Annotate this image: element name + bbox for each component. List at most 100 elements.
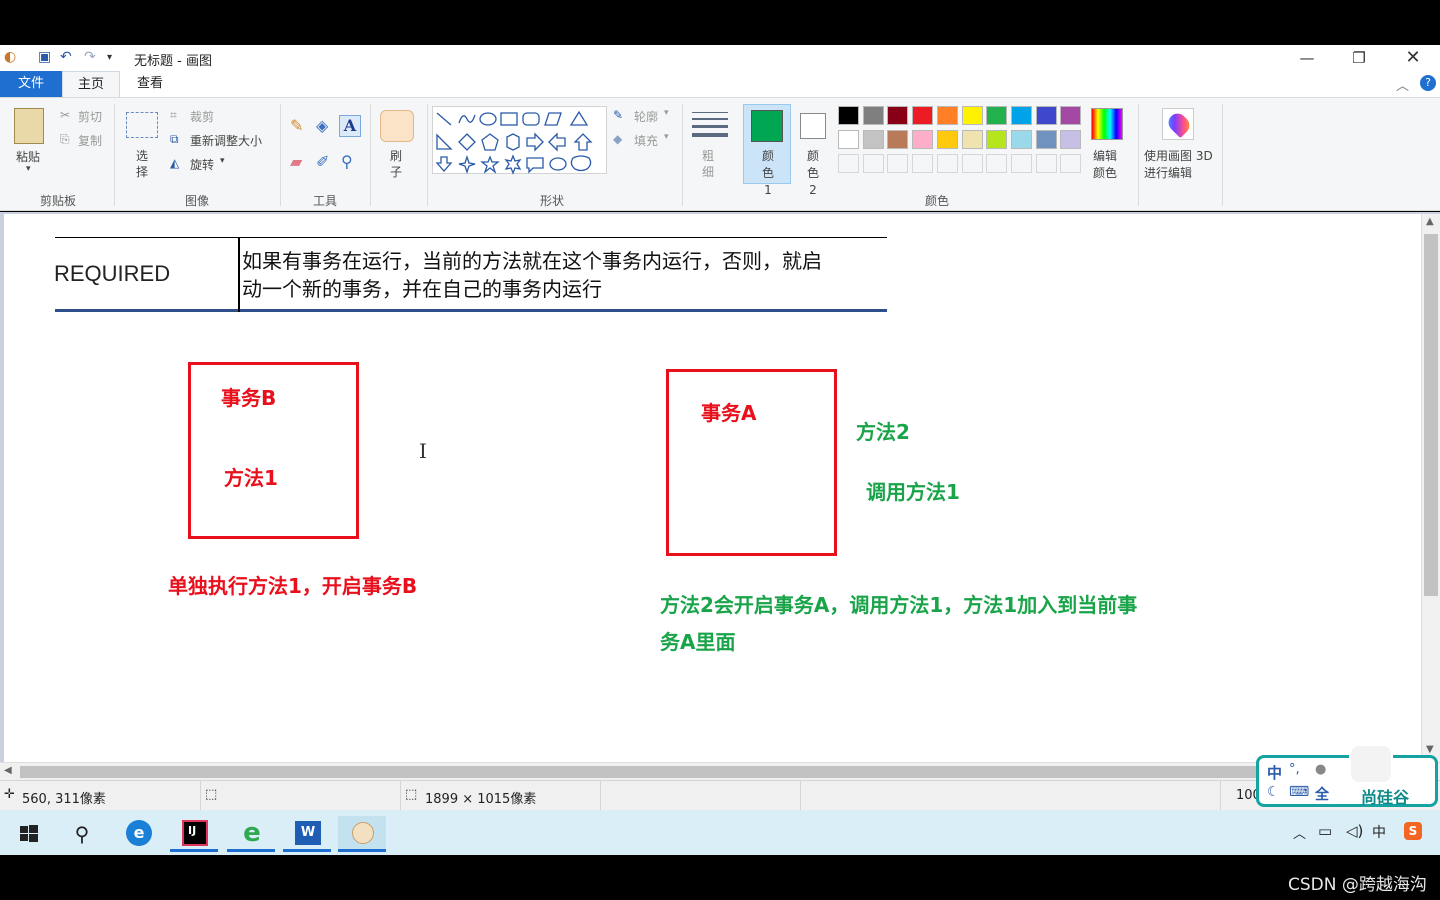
paste-button[interactable]: 粘贴 [16,148,40,165]
color-swatch[interactable] [862,106,884,125]
ribbon-tabs: 文件 主页 查看 ︿ ? [0,71,1440,97]
tray-expand-icon[interactable]: ︿ [1293,823,1306,842]
restore-button[interactable]: ❐ [1336,47,1382,69]
sogou-ime-icon[interactable]: S [1404,822,1422,840]
ime-keyboard-icon[interactable]: ⌨ [1289,784,1309,800]
copy-icon: ⎘ [60,132,70,146]
vertical-scroll-thumb[interactable] [1424,234,1438,596]
magnifier-icon[interactable]: ⚲ [341,152,353,171]
help-icon[interactable]: ? [1420,75,1436,91]
color-swatch[interactable] [1035,106,1057,125]
ime-chinese-mode[interactable]: 中 [1267,762,1282,783]
color-palette [838,106,1086,178]
color-swatch[interactable] [936,130,958,149]
custom-color-slot[interactable] [838,154,859,173]
rotate-button[interactable]: 旋转 [190,156,214,173]
ime-punctuation-icon[interactable]: °, [1289,762,1300,777]
minimize-button[interactable]: — [1284,47,1330,69]
copy-button[interactable]: 复制 [78,132,102,149]
horizontal-scrollbar[interactable]: ◀ [0,762,1440,780]
custom-color-slot[interactable] [1035,154,1057,173]
paint-taskbar-icon[interactable] [338,816,386,852]
eraser-icon[interactable]: ▰ [290,152,302,171]
color2-swatch[interactable] [800,113,826,139]
color-swatch[interactable] [912,130,934,149]
ime-moon-icon[interactable]: ☾ [1267,784,1280,800]
edit-colors-button[interactable]: 编辑颜色 [1093,148,1121,182]
group-label-shapes: 形状 [539,194,564,208]
color-swatch[interactable] [887,106,909,125]
redo-icon[interactable]: ↷ [84,49,96,65]
cut-button[interactable]: 剪切 [78,108,102,125]
color-swatch[interactable] [961,130,983,149]
fill-button[interactable]: 填充 [634,132,658,149]
ime-fullwidth-mode[interactable]: 全 [1315,784,1329,804]
rotate-dropdown-icon[interactable]: ▾ [220,156,225,166]
undo-icon[interactable]: ↶ [60,49,72,65]
scroll-down-icon[interactable]: ▼ [1426,744,1434,755]
save-icon[interactable]: ▣ [38,49,51,65]
tab-home[interactable]: 主页 [62,71,120,97]
ribbon-divider [682,104,683,206]
color-swatch[interactable] [1060,130,1082,149]
color-swatch[interactable] [1060,106,1082,125]
custom-color-slot[interactable] [862,154,884,173]
scroll-left-icon[interactable]: ◀ [4,765,12,776]
custom-color-slot[interactable] [961,154,983,173]
ie-icon[interactable]: e [227,816,275,852]
ribbon-divider [1138,104,1139,206]
color-swatch[interactable] [912,106,934,125]
pencil-icon[interactable]: ✎ [290,116,303,135]
vertical-scrollbar[interactable]: ▲ ▼ [1421,214,1440,762]
left-caption: 单独执行方法1，开启事务B [168,574,418,598]
select-button[interactable]: 选择 [134,148,150,180]
horizontal-scroll-thumb[interactable] [20,766,1260,778]
color-swatch[interactable] [838,130,859,149]
paste-dropdown-icon[interactable]: ▾ [26,164,31,174]
fill-dropdown-icon[interactable]: ▾ [664,132,669,142]
volume-icon[interactable]: ◁) [1346,822,1363,840]
outline-button[interactable]: 轮廓 [634,108,658,125]
scroll-up-icon[interactable]: ▲ [1426,216,1434,227]
color-swatch[interactable] [1010,106,1032,125]
color-swatch[interactable] [986,106,1008,125]
custom-color-slot[interactable] [1010,154,1032,173]
collapse-ribbon-icon[interactable]: ︿ [1396,75,1409,94]
search-icon[interactable]: ⚲ [58,816,106,852]
network-icon[interactable]: ▭ [1318,822,1332,840]
shapes-gallery[interactable] [432,106,607,175]
outline-dropdown-icon[interactable]: ▾ [664,108,669,118]
tab-file[interactable]: 文件 [0,71,62,97]
custom-color-slot[interactable] [912,154,934,173]
fill-bucket-icon[interactable]: ◈ [316,116,328,135]
custom-color-slot[interactable] [936,154,958,173]
color-swatch[interactable] [986,130,1008,149]
start-button[interactable] [4,816,52,852]
text-tool-icon[interactable]: A [339,115,361,137]
quick-access-dropdown-icon[interactable]: ▾ [107,52,112,63]
ime-indicator[interactable]: 中 [1372,822,1386,842]
brush-button[interactable]: 刷子 [390,148,402,180]
paint3d-button[interactable]: 使用画图 3D 进行编辑 [1144,148,1216,182]
color-swatch[interactable] [887,130,909,149]
tab-view[interactable]: 查看 [122,71,178,97]
color-picker-icon[interactable]: ✐ [316,152,329,171]
drawing-canvas[interactable]: REQUIRED 如果有事务在运行，当前的方法就在这个事务内运行，否则，就启 动… [4,214,1421,762]
color-swatch[interactable] [1010,130,1032,149]
word-icon[interactable]: W [283,816,331,852]
resize-button[interactable]: 重新调整大小 [190,132,262,149]
intellij-icon[interactable]: IJ [170,816,218,852]
custom-color-slot[interactable] [887,154,909,173]
color-swatch[interactable] [838,106,859,125]
color-swatch[interactable] [936,106,958,125]
custom-color-slot[interactable] [1060,154,1082,173]
crop-button[interactable]: 裁剪 [190,108,214,125]
color-swatch[interactable] [961,106,983,125]
ime-user-icon[interactable]: ● [1315,762,1326,777]
color-swatch[interactable] [862,130,884,149]
custom-color-slot[interactable] [986,154,1008,173]
edge-icon[interactable]: e [114,816,162,852]
color-swatch[interactable] [1035,130,1057,149]
close-button[interactable]: ✕ [1390,47,1436,69]
size-button[interactable]: 粗细 [702,148,714,180]
